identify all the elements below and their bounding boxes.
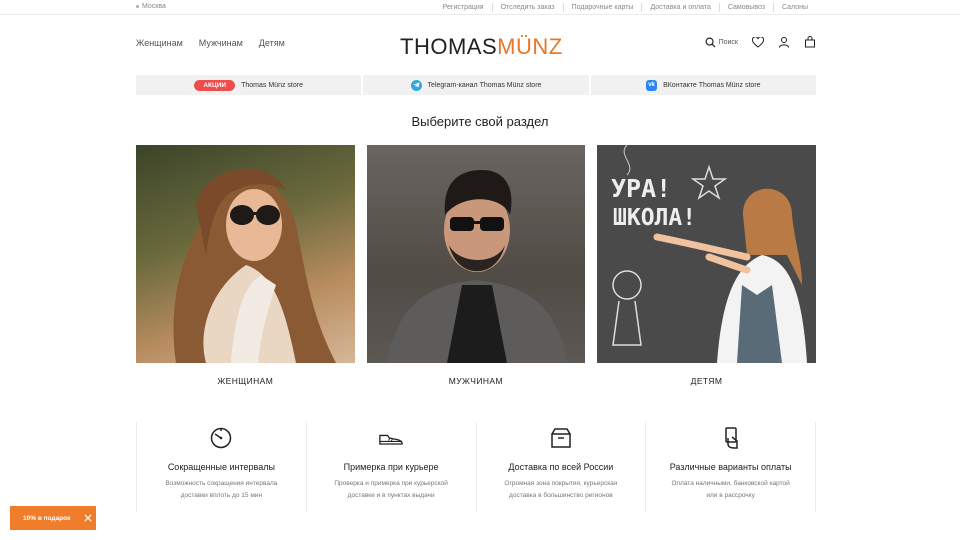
- logo[interactable]: THOMASMÜNZ: [400, 34, 563, 59]
- feature-desc: Оплата наличными, банковской картой или …: [671, 480, 790, 499]
- shoe-icon: [379, 434, 403, 445]
- feature-desc: Проверка и примерка при курьерской доста…: [334, 480, 448, 499]
- gift-label: 10% в подарок: [23, 514, 71, 522]
- main-nav: Женщинам Мужчинам Детям: [136, 38, 285, 48]
- promo-strip: АКЦИИ Thomas Münz store Telegram-канал T…: [136, 75, 816, 95]
- feature-payment: Различные варианты оплаты Оплата наличны…: [645, 422, 816, 512]
- vk-icon: vk: [646, 79, 658, 91]
- category-label-women: ЖЕНЩИНАМ: [217, 376, 274, 386]
- close-icon[interactable]: [84, 514, 92, 522]
- feature-intervals: Сокращенные интервалы Возможность сокращ…: [136, 422, 306, 512]
- section-title: Выберите свой раздел: [411, 114, 549, 129]
- top-bar: Москва Регистрация Отследить заказ Подар…: [0, 0, 960, 15]
- user-icon[interactable]: [778, 36, 790, 48]
- city-selector[interactable]: Москва: [136, 3, 166, 10]
- women-photo: [136, 145, 355, 363]
- nav-men[interactable]: Мужчинам: [199, 38, 243, 48]
- features-row: Сокращенные интервалы Возможность сокращ…: [136, 422, 816, 512]
- sale-badge: АКЦИИ: [194, 79, 236, 91]
- category-men[interactable]: МУЖЧИНАМ: [366, 145, 586, 386]
- category-grid: ЖЕНЩИНАМ МУЖЧИНАМ УРА! ШКОЛА! ДЕТЯМ: [136, 145, 816, 386]
- nav-kids[interactable]: Детям: [259, 38, 285, 48]
- category-label-kids: ДЕТЯМ: [690, 376, 723, 386]
- link-register[interactable]: Регистрация: [435, 3, 492, 12]
- category-kids[interactable]: УРА! ШКОЛА! ДЕТЯМ: [597, 145, 816, 386]
- box-icon: [551, 428, 571, 448]
- top-links: Регистрация Отследить заказ Подарочные к…: [435, 3, 816, 12]
- logo-text-thomas: THOMAS: [400, 34, 498, 59]
- feature-delivery: Доставка по всей России Огромная зона по…: [475, 422, 646, 512]
- feature-title: Сокращенные интервалы: [167, 462, 275, 472]
- feature-desc: Возможность сокращения интервала доставк…: [165, 480, 278, 499]
- promo-sales[interactable]: АКЦИИ Thomas Münz store: [136, 75, 362, 95]
- gift-popup[interactable]: 10% в подарок: [10, 506, 96, 530]
- board-text-hooray: УРА!: [611, 174, 671, 203]
- heart-icon[interactable]: [752, 36, 764, 48]
- link-pickup[interactable]: Самовывоз: [718, 3, 773, 12]
- board-text-school: ШКОЛА!: [613, 205, 696, 231]
- search-icon: [705, 37, 716, 48]
- nav-women[interactable]: Женщинам: [136, 38, 183, 48]
- men-photo: [366, 145, 586, 363]
- telegram-link-text: Telegram-канал Thomas Münz store: [427, 81, 542, 89]
- link-gift-cards[interactable]: Подарочные карты: [562, 3, 642, 12]
- telegram-icon: [410, 79, 422, 91]
- search-button[interactable]: Поиск: [705, 37, 738, 48]
- kids-photo: УРА! ШКОЛА!: [597, 145, 816, 363]
- feature-title: Примерка при курьере: [343, 462, 439, 472]
- cart-icon[interactable]: [804, 36, 816, 48]
- card-hand-icon: [724, 427, 738, 449]
- feature-title: Доставка по всей России: [508, 462, 614, 472]
- promo-telegram[interactable]: Telegram-канал Thomas Münz store: [363, 75, 589, 95]
- header-tools: Поиск: [705, 36, 816, 48]
- location-dot-icon: [136, 5, 139, 8]
- link-delivery[interactable]: Доставка и оплата: [641, 3, 718, 12]
- store-link-text: Thomas Münz store: [241, 81, 303, 89]
- link-track-order[interactable]: Отследить заказ: [491, 3, 563, 12]
- feature-fitting: Примерка при курьере Проверка и примерка…: [305, 422, 476, 512]
- category-label-men: МУЖЧИНАМ: [448, 376, 503, 386]
- logo-text-munz: MÜNZ: [497, 34, 563, 59]
- feature-desc: Огромная зона покрытия, курьерская доста…: [504, 480, 618, 499]
- search-label: Поиск: [718, 38, 738, 46]
- promo-vk[interactable]: vk ВКонтакте Thomas Münz store: [590, 75, 816, 95]
- link-salons[interactable]: Салоны: [773, 3, 816, 12]
- city-label: Москва: [142, 3, 166, 10]
- header: Женщинам Мужчинам Детям THOMASMÜNZ Поиск: [0, 15, 960, 73]
- clock-icon: [211, 427, 232, 449]
- feature-title: Различные варианты оплаты: [669, 462, 792, 472]
- vk-link-text: ВКонтакте Thomas Münz store: [663, 81, 761, 89]
- category-women[interactable]: ЖЕНЩИНАМ: [136, 145, 355, 386]
